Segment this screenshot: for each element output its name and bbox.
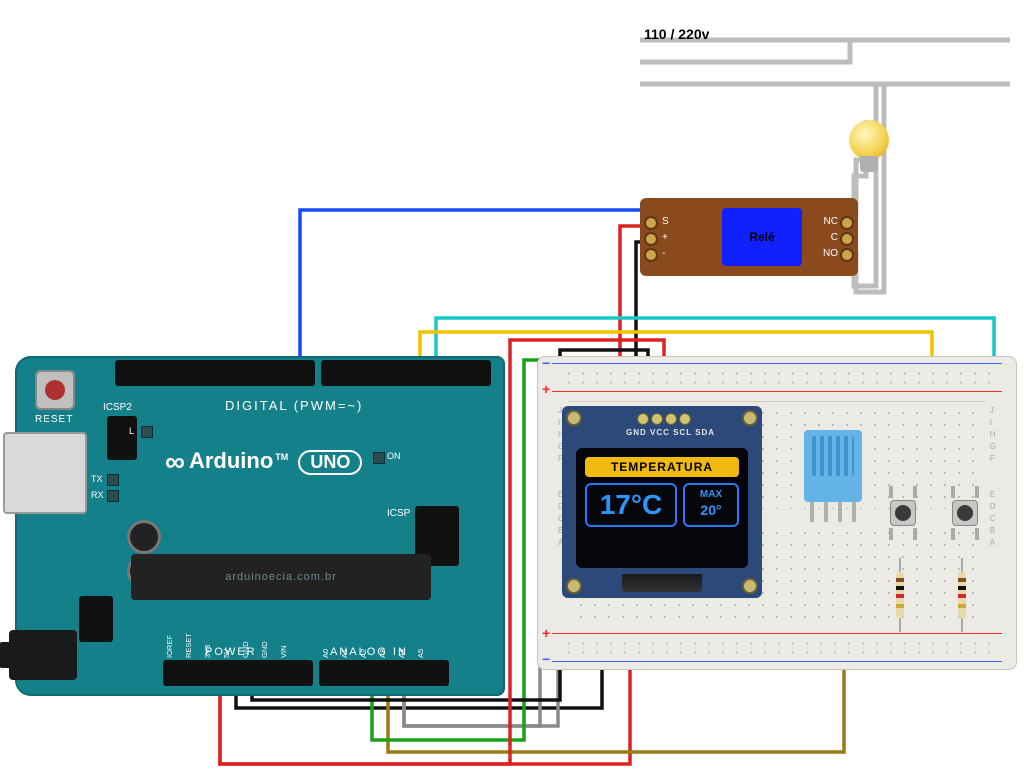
oled-max-box: MAX 20° — [683, 483, 739, 527]
reset-button[interactable] — [35, 370, 75, 410]
led-on — [373, 452, 385, 464]
arduino-uno-board: RESET ICSP ICSP2 L TX RX ON ∞ArduinoTM U… — [15, 356, 505, 696]
bottom-pin-labels: IOREFRESET3V35VGNDGNDVINA0A1A2A3A4A5 — [165, 618, 455, 658]
relay-pin-s — [644, 216, 658, 230]
reset-label: RESET — [35, 414, 73, 425]
relay-pin-no — [840, 248, 854, 262]
label-tx: TX — [91, 474, 103, 484]
bb-row-labels-right: J I H G F E D C B A — [990, 405, 996, 549]
label-l: L — [129, 426, 134, 436]
voltage-regulator — [79, 596, 113, 642]
atmega-mcu: arduinoecia.com.br — [131, 554, 431, 600]
relay-pin-plus — [644, 232, 658, 246]
led-l — [141, 426, 153, 438]
relay-pin-nc — [840, 216, 854, 230]
usb-port — [3, 432, 87, 514]
bb-rail-bottom: +− — [552, 633, 1002, 663]
digital-header-left — [115, 360, 315, 386]
capacitor-1 — [127, 520, 161, 554]
mains-voltage-label: 110 / 220v — [644, 26, 709, 42]
push-button-2[interactable] — [948, 496, 982, 530]
oled-header-pins — [636, 412, 694, 426]
oled-display: GND VCC SCL SDA TEMPERATURA 17°C MAX 20° — [562, 406, 762, 598]
infinity-icon: ∞ — [165, 446, 185, 478]
relay-module: S+- Relé NCCNO — [640, 198, 858, 276]
label-on: ON — [387, 451, 401, 461]
icsp2-label: ICSP2 — [103, 402, 132, 413]
light-bulb — [846, 120, 892, 176]
digital-header-right — [321, 360, 491, 386]
digital-group-label: DIGITAL (PWM=~) — [225, 398, 363, 413]
relay-left-labels: S+- — [662, 214, 669, 262]
oled-temperature-value: 17°C — [585, 483, 677, 527]
icsp2-header — [107, 416, 137, 460]
oled-ribbon — [622, 574, 702, 592]
relay-pin-c — [840, 232, 854, 246]
arduino-logo: ∞ArduinoTM UNO — [165, 446, 362, 478]
relay-pin-minus — [644, 248, 658, 262]
led-tx — [107, 474, 119, 486]
push-button-1[interactable] — [886, 496, 920, 530]
fritzing-diagram: 110 / 220v S+- Relé NCCNO RESET ICSP ICS… — [0, 0, 1024, 780]
oled-max-value: 20° — [687, 502, 735, 518]
label-rx: RX — [91, 490, 104, 500]
oled-screen: TEMPERATURA 17°C MAX 20° — [576, 448, 748, 568]
oled-header-labels: GND VCC SCL SDA — [626, 428, 715, 437]
oled-max-label: MAX — [700, 489, 722, 500]
model-badge: UNO — [298, 450, 362, 475]
oled-title: TEMPERATURA — [585, 457, 739, 477]
icsp-label: ICSP — [387, 508, 410, 519]
resistor-1 — [896, 572, 904, 618]
relay-cube: Relé — [722, 208, 802, 266]
led-rx — [107, 490, 119, 502]
power-header — [163, 660, 313, 686]
analog-header — [319, 660, 449, 686]
dht11-sensor — [804, 430, 862, 502]
resistor-2 — [958, 572, 966, 618]
relay-right-labels: NCCNO — [823, 214, 838, 262]
barrel-jack — [9, 630, 77, 680]
